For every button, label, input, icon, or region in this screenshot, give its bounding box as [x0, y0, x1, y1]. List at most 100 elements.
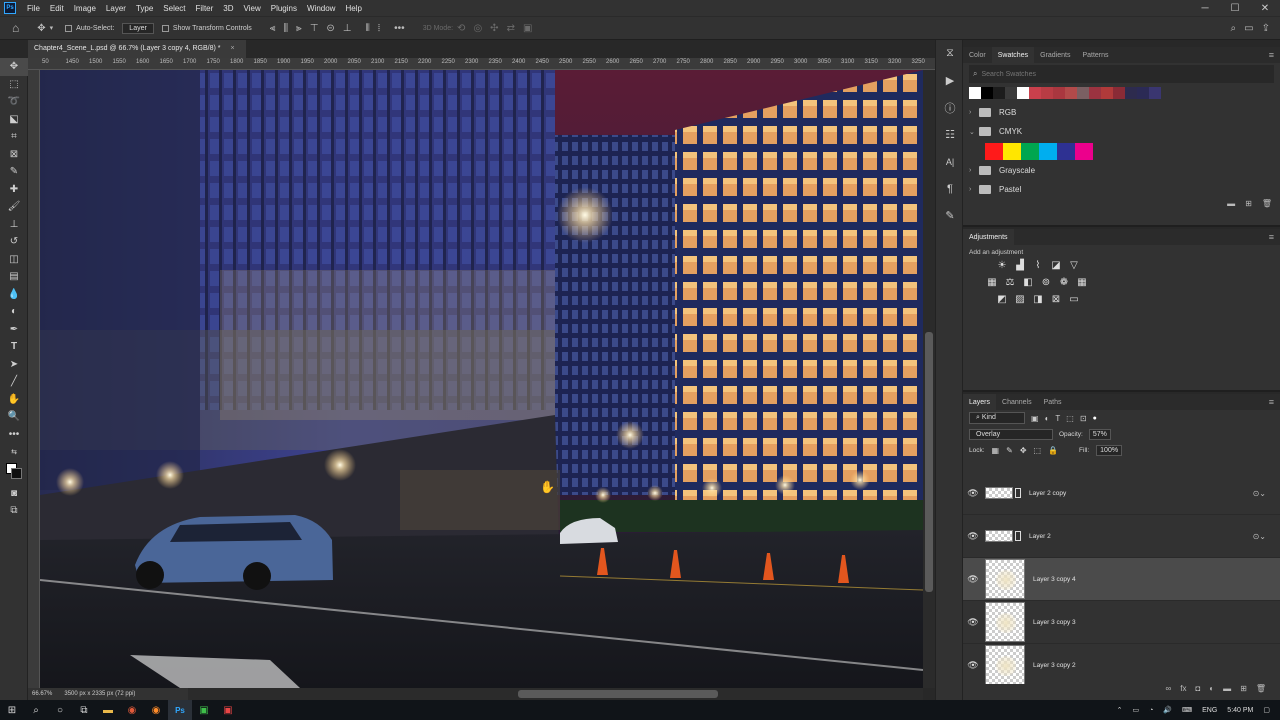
panel-menu-icon[interactable]: ≡: [1269, 50, 1274, 60]
menu-select[interactable]: Select: [158, 4, 190, 13]
close-icon[interactable]: ✕: [1250, 3, 1280, 14]
color-swatch[interactable]: [985, 142, 1003, 160]
align-top-icon[interactable]: ⊤: [310, 23, 319, 34]
blend-mode-dropdown[interactable]: Overlay: [969, 428, 1053, 440]
layer-row[interactable]: 👁 Layer 2 ⊙⌄: [963, 515, 1280, 558]
info-icon[interactable]: ⓘ: [936, 94, 964, 121]
line-tool-icon[interactable]: ╱: [0, 373, 28, 391]
color-swatch[interactable]: [1053, 87, 1065, 99]
share-icon[interactable]: ⇪: [1262, 23, 1270, 34]
align-left-icon[interactable]: ⫷: [270, 23, 276, 34]
screen-mode-icon[interactable]: ⧉: [0, 502, 28, 520]
color-balance-icon[interactable]: ⚖: [1003, 277, 1017, 291]
menu-filter[interactable]: Filter: [191, 4, 219, 13]
layer-name[interactable]: Layer 3 copy 3: [1033, 619, 1076, 626]
color-swatch[interactable]: [1075, 142, 1093, 160]
object-selection-tool-icon[interactable]: ⬕: [0, 111, 28, 129]
eye-icon[interactable]: 👁: [963, 660, 983, 671]
new-swatch-icon[interactable]: ⊞: [1245, 199, 1252, 208]
new-adjustment-icon[interactable]: ◐: [1209, 684, 1214, 698]
show-transform-checkbox[interactable]: [161, 24, 169, 32]
eye-icon[interactable]: 👁: [963, 617, 983, 628]
layer-name[interactable]: Layer 3 copy 2: [1033, 662, 1076, 669]
eyedropper-tool-icon[interactable]: ✎: [0, 163, 28, 181]
blur-tool-icon[interactable]: 💧: [0, 286, 28, 304]
search-icon[interactable]: ⌕: [24, 700, 48, 720]
hand-tool-icon[interactable]: ✋: [0, 391, 28, 409]
new-group-icon[interactable]: ▬: [1227, 199, 1235, 208]
swap-colors-icon[interactable]: ⇆: [0, 443, 28, 461]
swatch-group-grayscale[interactable]: › Grayscale: [963, 161, 1280, 180]
color-swatch[interactable]: [1149, 87, 1161, 99]
color-swatch[interactable]: [1003, 142, 1021, 160]
quick-mask-icon[interactable]: ◙: [0, 485, 28, 503]
hue-sat-icon[interactable]: ▦: [985, 277, 999, 291]
layer-name[interactable]: Layer 2 copy: [1029, 490, 1066, 497]
panel-menu-icon[interactable]: ≡: [1269, 232, 1274, 242]
color-swatch[interactable]: [1125, 87, 1137, 99]
vibrance-icon[interactable]: ▽: [1067, 260, 1081, 274]
menu-file[interactable]: File: [22, 4, 45, 13]
threshold-icon[interactable]: ◨: [1031, 294, 1045, 308]
eye-icon[interactable]: 👁: [963, 488, 983, 499]
filter-smart-object-icon[interactable]: ⊡: [1080, 414, 1087, 423]
tab-color[interactable]: Color: [963, 47, 992, 63]
minimize-icon[interactable]: ─: [1190, 3, 1220, 14]
properties-icon[interactable]: ☷: [936, 121, 964, 148]
color-swatch[interactable]: [1017, 87, 1029, 99]
maximize-icon[interactable]: ☐: [1220, 3, 1250, 14]
layer-effects-icon[interactable]: ⊙⌄: [1253, 532, 1266, 541]
marquee-tool-icon[interactable]: ⬚: [0, 76, 28, 94]
language-indicator[interactable]: ENG: [1202, 707, 1217, 714]
new-group-icon[interactable]: ▬: [1223, 684, 1231, 698]
layer-name[interactable]: Layer 3 copy 4: [1033, 576, 1076, 583]
fill-field[interactable]: 100%: [1096, 444, 1123, 456]
eye-icon[interactable]: 👁: [963, 531, 983, 542]
lock-all-icon[interactable]: 🔒: [1048, 446, 1058, 455]
lock-transparent-icon[interactable]: ▦: [992, 446, 1000, 455]
posterize-icon[interactable]: ▨: [1013, 294, 1027, 308]
zoom-tool-icon[interactable]: 🔍: [0, 408, 28, 426]
gradient-tool-icon[interactable]: ▤: [0, 268, 28, 286]
add-mask-icon[interactable]: ◘: [1195, 684, 1200, 698]
auto-select-checkbox[interactable]: [65, 24, 73, 32]
paragraph-icon[interactable]: ¶: [936, 175, 964, 202]
brush-tool-icon[interactable]: 🖌: [0, 198, 28, 216]
menu-view[interactable]: View: [239, 4, 266, 13]
tab-paths[interactable]: Paths: [1038, 394, 1068, 410]
clock[interactable]: 5:40 PM: [1227, 707, 1253, 714]
menu-edit[interactable]: Edit: [45, 4, 69, 13]
eraser-tool-icon[interactable]: ◫: [0, 251, 28, 269]
color-swatch[interactable]: [981, 87, 993, 99]
notification-icon[interactable]: ▢: [1263, 706, 1270, 714]
tab-swatches[interactable]: Swatches: [991, 47, 1035, 63]
brightness-icon[interactable]: ☀: [995, 260, 1009, 274]
distribute-v-icon[interactable]: ⦙: [378, 23, 380, 34]
auto-select-target-dropdown[interactable]: Layer: [122, 22, 154, 34]
document-tab[interactable]: Chapter4_Scene_L.psd @ 66.7% (Layer 3 co…: [28, 40, 246, 58]
photo-filter-icon[interactable]: ⊚: [1039, 277, 1053, 291]
healing-brush-tool-icon[interactable]: ✚: [0, 181, 28, 199]
color-swatch[interactable]: [969, 87, 981, 99]
layer-row[interactable]: 👁 Layer 3 copy 2: [963, 644, 1280, 687]
layer-name[interactable]: Layer 2: [1029, 533, 1051, 540]
selective-color-icon[interactable]: ⊠: [1049, 294, 1063, 308]
move-tool-icon[interactable]: ✥: [37, 23, 45, 34]
keyboard-icon[interactable]: ⌨: [1182, 706, 1192, 714]
menu-plugins[interactable]: Plugins: [266, 4, 302, 13]
tab-adjustments[interactable]: Adjustments: [963, 229, 1014, 245]
dodge-tool-icon[interactable]: ◐: [0, 303, 28, 321]
tray-chevron-icon[interactable]: ⌃: [1117, 706, 1123, 714]
filter-type-icon[interactable]: T: [1055, 414, 1060, 423]
lock-artboard-icon[interactable]: ⬚: [1034, 446, 1042, 455]
delete-layer-icon[interactable]: 🗑: [1256, 684, 1266, 698]
menu-image[interactable]: Image: [69, 4, 101, 13]
color-swatch[interactable]: [1089, 87, 1101, 99]
color-lookup-icon[interactable]: ▦: [1075, 277, 1089, 291]
delete-icon[interactable]: 🗑: [1262, 199, 1272, 208]
color-swatch[interactable]: [1041, 87, 1053, 99]
search-swatches-input[interactable]: [981, 70, 1262, 78]
volume-icon[interactable]: 🔊: [1163, 706, 1172, 714]
network-icon[interactable]: ▭: [1132, 706, 1139, 714]
windows-start-icon[interactable]: ⊞: [0, 700, 24, 720]
